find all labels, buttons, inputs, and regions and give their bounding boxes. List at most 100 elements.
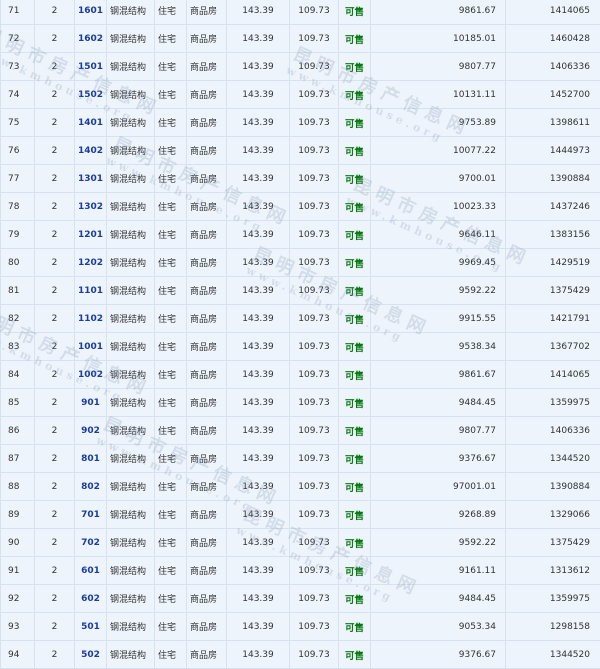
unit-price: 9161.11 bbox=[371, 557, 506, 585]
structure-type: 钢混结构 bbox=[107, 277, 155, 305]
property-type: 商品房 bbox=[187, 417, 227, 445]
total-price: 1452700 bbox=[506, 81, 600, 109]
room-number: 1502 bbox=[75, 81, 107, 109]
room-number: 802 bbox=[75, 473, 107, 501]
total-price: 1375429 bbox=[506, 529, 600, 557]
total-price: 1444973 bbox=[506, 137, 600, 165]
built-area: 143.39 bbox=[227, 137, 290, 165]
room-number: 902 bbox=[75, 417, 107, 445]
table-row: 7421502钢混结构住宅商品房143.39109.73可售10131.1114… bbox=[1, 81, 600, 109]
structure-type: 钢混结构 bbox=[107, 641, 155, 669]
built-area: 143.39 bbox=[227, 277, 290, 305]
room-number: 1501 bbox=[75, 53, 107, 81]
row-number: 92 bbox=[1, 585, 35, 613]
row-number: 89 bbox=[1, 501, 35, 529]
property-type: 商品房 bbox=[187, 473, 227, 501]
usage-type: 住宅 bbox=[155, 361, 187, 389]
sale-status: 可售 bbox=[339, 81, 371, 109]
property-type: 商品房 bbox=[187, 361, 227, 389]
inner-area: 109.73 bbox=[290, 529, 339, 557]
inner-area: 109.73 bbox=[290, 25, 339, 53]
property-type: 商品房 bbox=[187, 165, 227, 193]
structure-type: 钢混结构 bbox=[107, 81, 155, 109]
inner-area: 109.73 bbox=[290, 53, 339, 81]
usage-type: 住宅 bbox=[155, 501, 187, 529]
building-number: 2 bbox=[35, 417, 75, 445]
structure-type: 钢混结构 bbox=[107, 529, 155, 557]
built-area: 143.39 bbox=[227, 473, 290, 501]
structure-type: 钢混结构 bbox=[107, 25, 155, 53]
inner-area: 109.73 bbox=[290, 557, 339, 585]
inner-area: 109.73 bbox=[290, 417, 339, 445]
sale-status: 可售 bbox=[339, 445, 371, 473]
total-price: 1429519 bbox=[506, 249, 600, 277]
unit-price: 9861.67 bbox=[371, 0, 506, 25]
building-number: 2 bbox=[35, 585, 75, 613]
structure-type: 钢混结构 bbox=[107, 613, 155, 641]
usage-type: 住宅 bbox=[155, 473, 187, 501]
row-number: 71 bbox=[1, 0, 35, 25]
table-row: 7921201钢混结构住宅商品房143.39109.73可售9646.11138… bbox=[1, 221, 600, 249]
unit-price: 9969.45 bbox=[371, 249, 506, 277]
room-number: 1301 bbox=[75, 165, 107, 193]
room-number: 1002 bbox=[75, 361, 107, 389]
table-row: 7121601钢混结构住宅商品房143.39109.73可售9861.67141… bbox=[1, 0, 600, 25]
table-row: 7521401钢混结构住宅商品房143.39109.73可售9753.89139… bbox=[1, 109, 600, 137]
room-number: 1601 bbox=[75, 0, 107, 25]
table-row: 892701钢混结构住宅商品房143.39109.73可售9268.891329… bbox=[1, 501, 600, 529]
inner-area: 109.73 bbox=[290, 81, 339, 109]
property-type: 商品房 bbox=[187, 137, 227, 165]
property-type: 商品房 bbox=[187, 529, 227, 557]
building-number: 2 bbox=[35, 249, 75, 277]
total-price: 1390884 bbox=[506, 165, 600, 193]
unit-price: 9753.89 bbox=[371, 109, 506, 137]
sale-status: 可售 bbox=[339, 137, 371, 165]
unit-price: 10077.22 bbox=[371, 137, 506, 165]
unit-table: 7121601钢混结构住宅商品房143.39109.73可售9861.67141… bbox=[0, 0, 600, 669]
sale-status: 可售 bbox=[339, 305, 371, 333]
inner-area: 109.73 bbox=[290, 277, 339, 305]
unit-price: 9861.67 bbox=[371, 361, 506, 389]
row-number: 83 bbox=[1, 333, 35, 361]
room-number: 602 bbox=[75, 585, 107, 613]
unit-price: 10131.11 bbox=[371, 81, 506, 109]
inner-area: 109.73 bbox=[290, 0, 339, 25]
row-number: 88 bbox=[1, 473, 35, 501]
built-area: 143.39 bbox=[227, 529, 290, 557]
built-area: 143.39 bbox=[227, 641, 290, 669]
total-price: 1383156 bbox=[506, 221, 600, 249]
total-price: 1406336 bbox=[506, 53, 600, 81]
table-row: 8121101钢混结构住宅商品房143.39109.73可售9592.22137… bbox=[1, 277, 600, 305]
building-number: 2 bbox=[35, 557, 75, 585]
building-number: 2 bbox=[35, 193, 75, 221]
usage-type: 住宅 bbox=[155, 529, 187, 557]
table-row: 8421002钢混结构住宅商品房143.39109.73可售9861.67141… bbox=[1, 361, 600, 389]
total-price: 1359975 bbox=[506, 585, 600, 613]
built-area: 143.39 bbox=[227, 389, 290, 417]
property-type: 商品房 bbox=[187, 557, 227, 585]
property-type: 商品房 bbox=[187, 53, 227, 81]
built-area: 143.39 bbox=[227, 305, 290, 333]
structure-type: 钢混结构 bbox=[107, 249, 155, 277]
table-row: 7721301钢混结构住宅商品房143.39109.73可售9700.01139… bbox=[1, 165, 600, 193]
unit-price: 9700.01 bbox=[371, 165, 506, 193]
table-row: 902702钢混结构住宅商品房143.39109.73可售9592.221375… bbox=[1, 529, 600, 557]
sale-status: 可售 bbox=[339, 25, 371, 53]
inner-area: 109.73 bbox=[290, 361, 339, 389]
total-price: 1313612 bbox=[506, 557, 600, 585]
built-area: 143.39 bbox=[227, 333, 290, 361]
property-type: 商品房 bbox=[187, 585, 227, 613]
usage-type: 住宅 bbox=[155, 53, 187, 81]
row-number: 94 bbox=[1, 641, 35, 669]
room-number: 701 bbox=[75, 501, 107, 529]
table-row: 8321001钢混结构住宅商品房143.39109.73可售9538.34136… bbox=[1, 333, 600, 361]
property-type: 商品房 bbox=[187, 613, 227, 641]
total-price: 1390884 bbox=[506, 473, 600, 501]
total-price: 1375429 bbox=[506, 277, 600, 305]
row-number: 91 bbox=[1, 557, 35, 585]
room-number: 1102 bbox=[75, 305, 107, 333]
table-row: 872801钢混结构住宅商品房143.39109.73可售9376.671344… bbox=[1, 445, 600, 473]
property-type: 商品房 bbox=[187, 277, 227, 305]
table-row: 882802钢混结构住宅商品房143.39109.73可售97001.01139… bbox=[1, 473, 600, 501]
unit-price: 10185.01 bbox=[371, 25, 506, 53]
